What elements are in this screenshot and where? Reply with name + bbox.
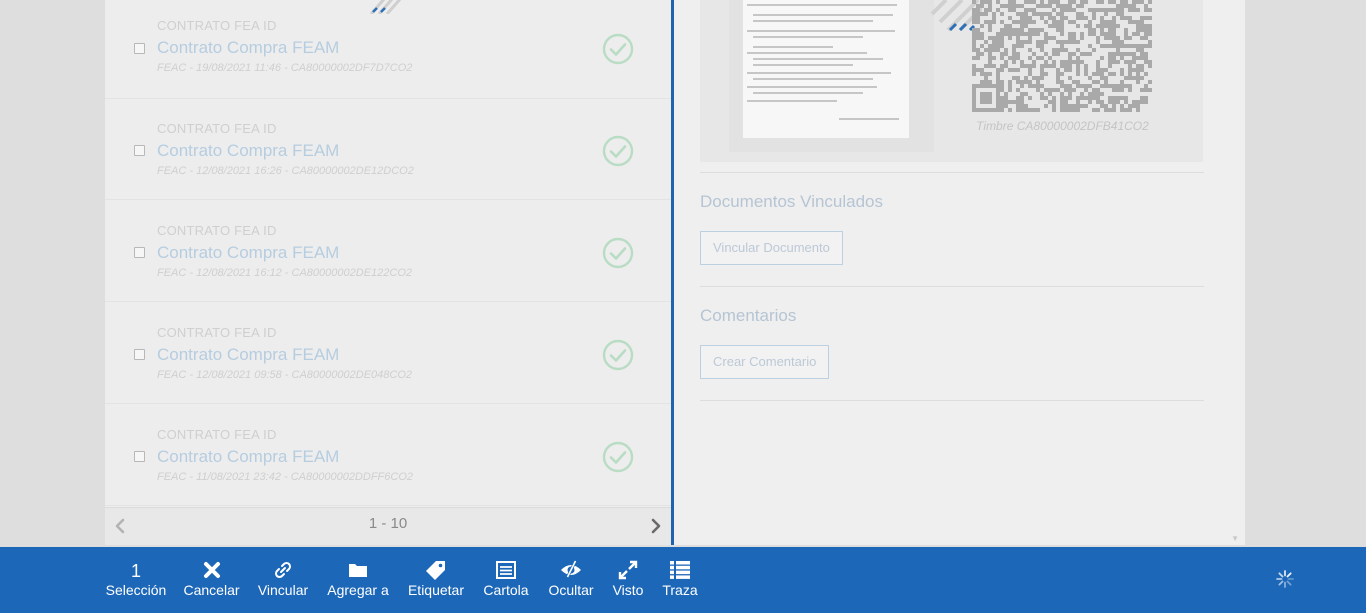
check-circle-icon	[602, 339, 634, 371]
document-title[interactable]: Contrato Compra FEAM	[157, 38, 339, 58]
list-item[interactable]: CONTRATO FEA ID Contrato Compra FEAM FEA…	[105, 0, 671, 99]
corner-stripes-decoration	[369, 0, 402, 14]
thumbnail-text-line	[753, 92, 863, 94]
thumbnail-text-line	[753, 36, 863, 38]
stamp-label: Timbre CA80000002DFB41CO2	[976, 119, 1149, 133]
thumbnail-text-line	[753, 78, 873, 80]
document-meta: FEAC - 12/08/2021 16:12 - CA80000002DE12…	[157, 267, 412, 279]
thumbnail-text-line	[747, 4, 897, 6]
document-kind: CONTRATO FEA ID	[157, 325, 277, 340]
document-meta: FEAC - 11/08/2021 23:42 - CA80000002DDFF…	[157, 471, 413, 483]
list-icon	[669, 559, 691, 581]
document-kind: CONTRATO FEA ID	[157, 18, 277, 33]
document-title[interactable]: Contrato Compra FEAM	[157, 345, 339, 365]
add-to-label: Agregar a	[327, 582, 389, 598]
selection-count: 1	[130, 561, 141, 581]
close-icon	[201, 559, 223, 581]
cartola-button[interactable]: Cartola	[481, 547, 531, 613]
cartola-label: Cartola	[483, 582, 529, 598]
list-item[interactable]: CONTRATO FEA ID Contrato Compra FEAM FEA…	[105, 201, 671, 302]
thumbnail-text-line	[747, 30, 895, 32]
document-detail-panel: Timbre CA80000002DFB41CO2 Documentos Vin…	[674, 0, 1245, 545]
document-meta: FEAC - 12/08/2021 09:58 - CA80000002DE04…	[157, 369, 412, 381]
folder-icon	[347, 559, 369, 581]
tag-icon	[425, 559, 447, 581]
checkbox-icon[interactable]	[134, 145, 145, 156]
check-circle-icon	[602, 33, 634, 65]
check-circle-icon	[602, 135, 634, 167]
trace-label: Traza	[662, 582, 698, 598]
document-kind: CONTRATO FEA ID	[157, 223, 277, 238]
page-range: 1 - 10	[368, 515, 408, 532]
trace-button[interactable]: Traza	[660, 547, 700, 613]
pagination-bar: 1 - 10	[105, 507, 671, 545]
list-alt-icon	[495, 559, 517, 581]
thumbnail-text-line	[753, 14, 893, 16]
checkbox-icon[interactable]	[134, 247, 145, 258]
qr-code-icon	[972, 0, 1152, 112]
thumbnail-text-line	[839, 118, 899, 120]
document-meta: FEAC - 12/08/2021 16:26 - CA80000002DE12…	[157, 165, 414, 177]
create-comment-button[interactable]: Crear Comentario	[700, 345, 830, 379]
spinner-icon	[1276, 570, 1294, 588]
action-toolbar: 1 Selección Cancelar Vincular Agregar a …	[0, 547, 1366, 613]
expand-icon	[617, 559, 639, 581]
tag-button[interactable]: Etiquetar	[404, 547, 468, 613]
thumbnail-text-line	[747, 52, 867, 54]
check-circle-icon	[602, 441, 634, 473]
document-title[interactable]: Contrato Compra FEAM	[157, 141, 339, 161]
seen-label: Visto	[612, 582, 644, 598]
document-kind: CONTRATO FEA ID	[157, 427, 277, 442]
section-divider	[700, 172, 1204, 173]
thumbnail-text-line	[747, 86, 877, 88]
cancel-button[interactable]: Cancelar	[182, 547, 241, 613]
link-button[interactable]: Vincular	[255, 547, 311, 613]
document-list: CONTRATO FEA ID Contrato Compra FEAM FEA…	[105, 0, 671, 507]
document-thumbnail-frame	[729, 0, 934, 152]
checkbox-icon[interactable]	[134, 451, 145, 462]
checkbox-icon[interactable]	[134, 43, 145, 54]
hide-button[interactable]: Ocultar	[546, 547, 596, 613]
thumbnail-text-line	[753, 46, 833, 48]
document-meta: FEAC - 19/08/2021 11:46 - CA80000002DF7D…	[157, 62, 413, 74]
add-to-button[interactable]: Agregar a	[325, 547, 391, 613]
checkbox-icon[interactable]	[134, 349, 145, 360]
document-title[interactable]: Contrato Compra FEAM	[157, 243, 339, 263]
selection-count-button[interactable]: 1 Selección	[104, 547, 168, 613]
list-item[interactable]: CONTRATO FEA ID Contrato Compra FEAM FEA…	[105, 405, 671, 506]
thumbnail-text-line	[747, 72, 891, 74]
section-divider	[700, 286, 1204, 287]
eye-slash-icon	[560, 559, 582, 581]
link-document-button[interactable]: Vincular Documento	[700, 231, 843, 265]
document-thumbnail[interactable]	[743, 0, 909, 138]
linked-documents-title: Documentos Vinculados	[700, 192, 884, 211]
thumbnail-text-line	[753, 64, 853, 66]
selection-label: Selección	[105, 582, 167, 598]
document-preview: Timbre CA80000002DFB41CO2	[700, 0, 1203, 162]
list-item[interactable]: CONTRATO FEA ID Contrato Compra FEAM FEA…	[105, 99, 671, 200]
document-list-panel: CONTRATO FEA ID Contrato Compra FEAM FEA…	[105, 0, 671, 545]
comments-title: Comentarios	[700, 306, 797, 325]
tag-label: Etiquetar	[407, 582, 465, 598]
document-title[interactable]: Contrato Compra FEAM	[157, 447, 339, 467]
thumbnail-text-line	[753, 20, 873, 22]
chevron-right-icon[interactable]	[649, 516, 663, 536]
cancel-label: Cancelar	[183, 582, 240, 598]
seen-button[interactable]: Visto	[609, 547, 647, 613]
link-icon	[272, 559, 294, 581]
hide-label: Ocultar	[548, 582, 594, 598]
check-circle-icon	[602, 237, 634, 269]
list-item[interactable]: CONTRATO FEA ID Contrato Compra FEAM FEA…	[105, 303, 671, 404]
thumbnail-text-line	[747, 100, 837, 102]
thumbnail-text-line	[753, 58, 883, 60]
scroll-down-icon[interactable]: ▼	[1231, 534, 1239, 543]
link-label: Vincular	[257, 582, 309, 598]
section-divider	[700, 400, 1204, 401]
document-kind: CONTRATO FEA ID	[157, 121, 277, 136]
